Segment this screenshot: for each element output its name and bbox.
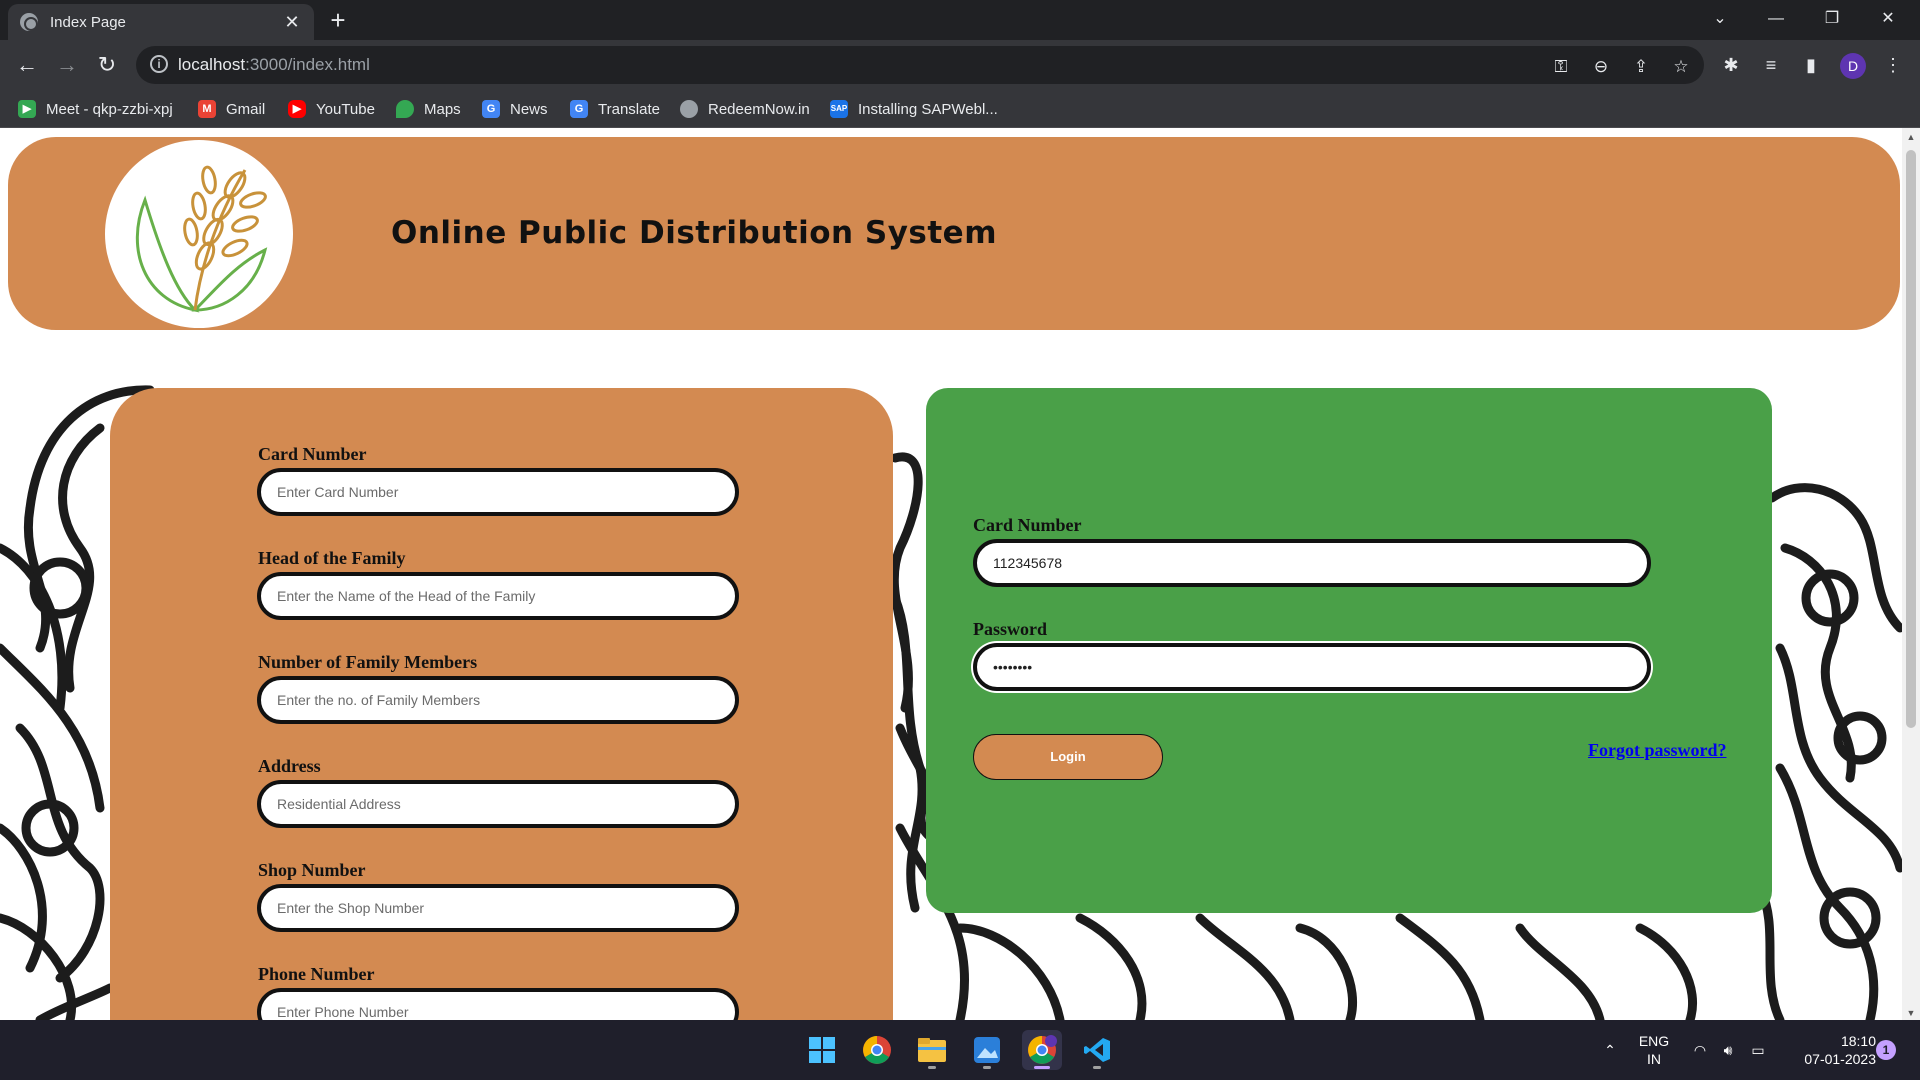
address-bar[interactable]: i localhost:3000/index.html ⚿ ⊖ ⇪ ☆ [136, 46, 1704, 84]
scroll-up-arrow-icon[interactable]: ▲ [1902, 132, 1920, 142]
notification-badge[interactable]: 1 [1876, 1040, 1896, 1060]
bookmark-translate[interactable]: G Translate [570, 99, 660, 119]
gmail-icon: M [198, 100, 216, 118]
share-icon[interactable]: ⇪ [1630, 56, 1652, 78]
registration-form: Card Number Head of the Family Number of… [110, 388, 893, 1020]
side-panel-icon[interactable]: ▮ [1798, 52, 1824, 78]
back-button[interactable]: ← [12, 50, 42, 80]
bookmark-youtube[interactable]: ▶ YouTube [288, 99, 375, 119]
windows-taskbar: ⌃ ENG IN ◠ 🔊︎ ▭ 18:10 07-01-2023 1 [0, 1020, 1920, 1080]
bookmark-star-icon[interactable]: ☆ [1670, 56, 1692, 78]
forgot-password-link[interactable]: Forgot password? [1588, 740, 1727, 761]
site-info-icon[interactable]: i [150, 55, 168, 73]
login-card-number-label: Card Number [973, 515, 1082, 535]
show-hidden-icons-icon[interactable]: ⌃ [1598, 1020, 1622, 1080]
bookmark-news[interactable]: G News [482, 99, 548, 119]
head-of-family-input[interactable] [257, 572, 739, 620]
extensions-icon[interactable]: ✱ [1718, 52, 1744, 78]
shop-number-label: Shop Number [258, 860, 366, 880]
reg-card-number-input[interactable] [257, 468, 739, 516]
scrollbar-thumb[interactable] [1906, 150, 1916, 728]
tab-strip: Index Page ✕ + ⌄ — ❐ ✕ [0, 0, 1920, 40]
language-indicator[interactable]: ENG IN [1634, 1032, 1674, 1068]
site-header: Online Public Distribution System [8, 137, 1900, 330]
sap-icon: SAP [830, 100, 848, 118]
close-window-button[interactable]: ✕ [1860, 0, 1916, 40]
scroll-down-arrow-icon[interactable]: ▼ [1902, 1008, 1920, 1018]
maps-icon [396, 100, 414, 118]
wifi-icon[interactable]: ◠ [1688, 1020, 1712, 1080]
page-scrollbar[interactable]: ▲ ▼ [1902, 128, 1920, 1020]
youtube-icon: ▶ [288, 100, 306, 118]
media-controls-icon[interactable]: ≡ [1758, 52, 1784, 78]
address-input[interactable] [257, 780, 739, 828]
globe-icon [680, 100, 698, 118]
key-icon[interactable]: ⚿ [1550, 56, 1572, 78]
minimize-button[interactable]: — [1748, 0, 1804, 40]
battery-icon[interactable]: ▭ [1746, 1020, 1770, 1080]
page-viewport: Online Public Distribution System Card N… [0, 128, 1920, 1020]
translate-icon: G [570, 100, 588, 118]
login-button[interactable]: Login [973, 734, 1163, 780]
family-members-input[interactable] [257, 676, 739, 724]
url-text[interactable]: localhost:3000/index.html [178, 55, 370, 75]
photos-app-icon[interactable] [967, 1030, 1007, 1070]
bookmark-redeemnow[interactable]: RedeemNow.in [680, 99, 810, 119]
phone-number-label: Phone Number [258, 964, 375, 984]
tab-search-icon[interactable]: ⌄ [1692, 0, 1748, 40]
chrome-taskbar-icon[interactable] [857, 1030, 897, 1070]
system-clock[interactable]: 18:10 07-01-2023 [1786, 1032, 1876, 1068]
wheat-logo-icon [105, 140, 293, 328]
login-form: Card Number Password Login Forgot passwo… [926, 388, 1772, 913]
head-of-family-label: Head of the Family [258, 548, 406, 568]
address-label: Address [258, 756, 321, 776]
site-title: Online Public Distribution System [391, 215, 997, 251]
tab-title: Index Page [50, 13, 126, 31]
browser-tab[interactable]: Index Page ✕ [8, 4, 314, 40]
reload-button[interactable]: ↻ [92, 50, 122, 80]
vscode-icon[interactable] [1077, 1030, 1117, 1070]
shop-number-input[interactable] [257, 884, 739, 932]
news-icon: G [482, 100, 500, 118]
forward-button[interactable]: → [52, 50, 82, 80]
password-label: Password [973, 619, 1048, 639]
file-explorer-icon[interactable] [912, 1030, 952, 1070]
chrome-profile-taskbar-icon[interactable] [1022, 1030, 1062, 1070]
card-number-label: Card Number [258, 444, 367, 464]
bookmark-sap[interactable]: SAP Installing SAPWebl... [830, 99, 998, 119]
bookmarks-bar: ▶ Meet - qkp-zzbi-xpj M Gmail ▶ YouTube … [0, 90, 1920, 128]
family-members-label: Number of Family Members [258, 652, 478, 672]
bookmark-meet[interactable]: ▶ Meet - qkp-zzbi-xpj [18, 99, 173, 119]
password-input[interactable] [973, 643, 1651, 691]
zoom-icon[interactable]: ⊖ [1590, 56, 1612, 78]
new-tab-button[interactable]: + [324, 6, 352, 34]
globe-icon [20, 13, 38, 31]
restore-button[interactable]: ❐ [1804, 0, 1860, 40]
volume-icon[interactable]: 🔊︎ [1716, 1020, 1740, 1080]
menu-icon[interactable]: ⋮ [1880, 52, 1906, 78]
phone-number-input[interactable] [257, 988, 739, 1020]
windows-start-icon[interactable] [802, 1030, 842, 1070]
close-tab-icon[interactable]: ✕ [282, 12, 302, 33]
browser-toolbar: ← → ↻ i localhost:3000/index.html ⚿ ⊖ ⇪ … [0, 40, 1920, 90]
profile-avatar[interactable]: D [1840, 53, 1866, 79]
meet-icon: ▶ [18, 100, 36, 118]
bookmark-gmail[interactable]: M Gmail [198, 99, 265, 119]
login-card-number-input[interactable] [973, 539, 1651, 587]
bookmark-maps[interactable]: Maps [396, 99, 461, 119]
